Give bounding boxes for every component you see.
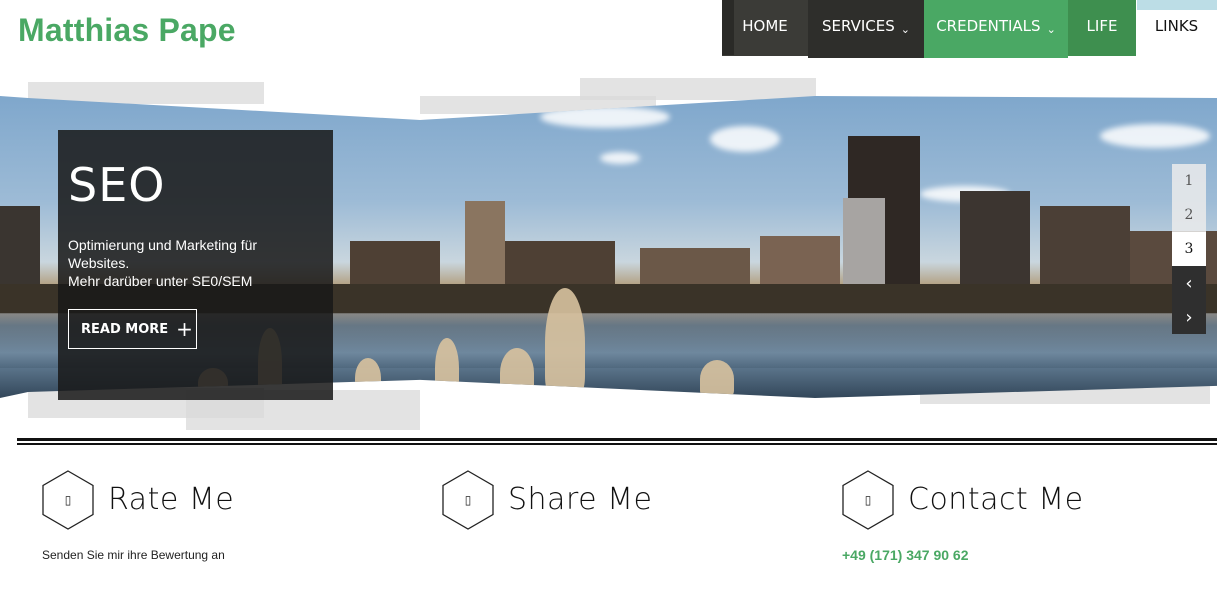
slide-description-line: Mehr darüber unter SE0/SEM bbox=[68, 273, 253, 289]
star-icon[interactable]: ▯ bbox=[42, 470, 94, 530]
building-shape bbox=[1040, 206, 1130, 286]
building-shape bbox=[960, 191, 1030, 286]
feature-rate-me: ▯ Rate Me Senden Sie mir ihre Bewertung … bbox=[42, 470, 422, 580]
cloud-shape bbox=[1100, 124, 1210, 148]
nav-credentials[interactable]: CREDENTIALS ⌄ bbox=[924, 0, 1068, 58]
pager-page-1[interactable]: 1 bbox=[1172, 164, 1206, 198]
slide-caption: SEO Optimierung und Marketing für Websit… bbox=[58, 130, 333, 400]
slide-description-line: Optimierung und Marketing für Websites. bbox=[68, 237, 258, 271]
building-shape bbox=[505, 241, 615, 286]
cloud-shape bbox=[710, 126, 780, 152]
pager-page-3[interactable]: 3 bbox=[1172, 232, 1206, 266]
feature-contact-me: ▯ Contact Me +49 (171) 347 90 62 bbox=[842, 470, 1217, 580]
building-shape bbox=[843, 198, 885, 286]
chevron-down-icon: ⌄ bbox=[900, 23, 910, 36]
feature-title[interactable]: Contact Me bbox=[908, 482, 1084, 517]
nav-home[interactable]: HOME bbox=[722, 0, 808, 56]
hero-slider: SEO Optimierung und Marketing für Websit… bbox=[0, 78, 1217, 430]
feature-title[interactable]: Rate Me bbox=[108, 482, 234, 517]
nav-life-label: LIFE bbox=[1086, 17, 1118, 35]
share-icon-glyph: ▯ bbox=[464, 493, 472, 507]
nav-services-label: SERVICES bbox=[822, 17, 895, 35]
reed-shape bbox=[500, 348, 534, 398]
nav-credentials-label: CREDENTIALS bbox=[936, 17, 1041, 35]
reed-shape bbox=[545, 288, 585, 398]
building-shape bbox=[640, 248, 750, 286]
plus-icon: + bbox=[176, 317, 193, 341]
slider-pager: 1 2 3 ‹ › bbox=[1172, 164, 1206, 334]
section-divider bbox=[17, 443, 1217, 445]
nav-home-label: HOME bbox=[742, 17, 788, 35]
building-shape bbox=[350, 241, 440, 286]
nav-links[interactable]: LINKS bbox=[1136, 0, 1217, 56]
section-divider bbox=[17, 438, 1217, 441]
site-title[interactable]: Matthias Pape bbox=[18, 12, 236, 49]
pager-page-2[interactable]: 2 bbox=[1172, 198, 1206, 232]
building-shape bbox=[465, 201, 505, 286]
feature-title[interactable]: Share Me bbox=[508, 482, 652, 517]
nav-services[interactable]: SERVICES ⌄ bbox=[808, 0, 924, 58]
main-nav: HOME SERVICES ⌄ CREDENTIALS ⌄ LIFE LINKS bbox=[722, 0, 1217, 58]
phone-icon-glyph: ▯ bbox=[864, 493, 872, 507]
share-icon[interactable]: ▯ bbox=[442, 470, 494, 530]
nav-links-label: LINKS bbox=[1154, 17, 1199, 35]
phone-icon[interactable]: ▯ bbox=[842, 470, 894, 530]
slide-title: SEO bbox=[68, 158, 166, 212]
cloud-shape bbox=[600, 152, 640, 164]
feature-text: Senden Sie mir ihre Bewertung an bbox=[42, 548, 225, 562]
chevron-left-icon[interactable]: ‹ bbox=[1172, 266, 1206, 300]
phone-number-link[interactable]: +49 (171) 347 90 62 bbox=[842, 547, 969, 563]
read-more-label: READ MORE bbox=[81, 321, 169, 337]
building-shape bbox=[0, 206, 40, 286]
slide-description: Optimierung und Marketing für Websites. … bbox=[68, 236, 288, 290]
feature-share-me: ▯ Share Me bbox=[442, 470, 822, 580]
chevron-down-icon: ⌄ bbox=[1046, 23, 1056, 36]
nav-life[interactable]: LIFE bbox=[1068, 0, 1136, 56]
read-more-button[interactable]: READ MORE + bbox=[68, 309, 197, 349]
reed-shape bbox=[435, 338, 459, 398]
reed-shape bbox=[700, 360, 734, 398]
star-icon-glyph: ▯ bbox=[64, 493, 72, 507]
building-shape bbox=[760, 236, 840, 286]
slide-ghost-shape bbox=[580, 78, 816, 100]
chevron-right-icon[interactable]: › bbox=[1172, 300, 1206, 334]
